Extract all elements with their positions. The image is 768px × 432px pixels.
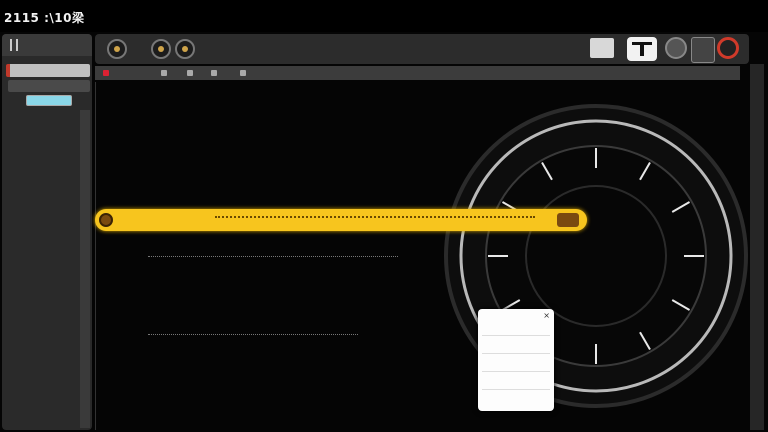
- record-button-icon[interactable]: [717, 37, 739, 59]
- close-icon[interactable]: ×: [543, 311, 550, 320]
- gauge-inner-circle: [525, 185, 667, 327]
- divider: [148, 256, 398, 258]
- layers-icon[interactable]: [691, 37, 715, 63]
- highlight-bar[interactable]: [95, 209, 587, 231]
- tab-strip: [95, 66, 740, 80]
- left-panel: [2, 34, 92, 430]
- tab-marker-icon[interactable]: [211, 70, 217, 76]
- alert-icon: [99, 213, 113, 227]
- filter-bar[interactable]: [8, 80, 90, 92]
- camera-icon-dot: [182, 46, 188, 52]
- camera-icon[interactable]: [175, 39, 195, 59]
- screen-icon[interactable]: [590, 38, 614, 58]
- popup-row[interactable]: [482, 321, 550, 336]
- popup-row[interactable]: [482, 357, 550, 372]
- list-item[interactable]: [8, 160, 80, 171]
- highlight-end-icon[interactable]: [557, 213, 579, 227]
- list-item[interactable]: [8, 240, 80, 251]
- record-icon-dot: [158, 46, 164, 52]
- list-item[interactable]: [8, 208, 80, 219]
- right-scrollbar[interactable]: [750, 64, 764, 430]
- popup-panel: ×: [478, 309, 554, 411]
- list-item[interactable]: [8, 192, 80, 203]
- menu-icon[interactable]: [10, 39, 18, 51]
- divider: [148, 334, 358, 336]
- popup-row[interactable]: [482, 375, 550, 390]
- back-icon-dot: [114, 46, 120, 52]
- toolbar: [95, 34, 749, 64]
- text-tool-icon[interactable]: [627, 37, 657, 61]
- popup-row[interactable]: [482, 339, 550, 354]
- back-icon[interactable]: [107, 39, 127, 59]
- left-panel-scrollbar[interactable]: [80, 110, 90, 428]
- list-item[interactable]: [8, 144, 80, 155]
- settings-icon[interactable]: [665, 37, 687, 59]
- title-bar: 2115 :\10梁: [0, 0, 768, 32]
- left-panel-list: [8, 112, 80, 256]
- list-item[interactable]: [8, 224, 80, 235]
- tab-marker-icon[interactable]: [187, 70, 193, 76]
- record-icon[interactable]: [151, 39, 171, 59]
- app-title: 2115 :\10梁: [4, 11, 85, 25]
- tab-marker-icon[interactable]: [161, 70, 167, 76]
- list-item[interactable]: [8, 112, 80, 123]
- tab-marker-icon[interactable]: [103, 70, 109, 76]
- search-field[interactable]: [6, 64, 90, 77]
- selected-pill[interactable]: [26, 95, 72, 106]
- tab-marker-icon[interactable]: [240, 70, 246, 76]
- list-item[interactable]: [8, 176, 80, 187]
- list-item[interactable]: [8, 128, 80, 139]
- highlight-track: [215, 216, 535, 224]
- left-panel-header: [2, 34, 92, 56]
